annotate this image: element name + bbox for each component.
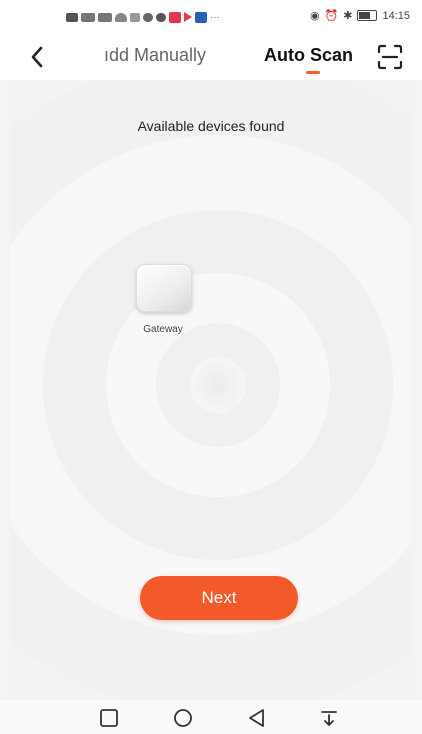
status-bar: ··· ◉ ⏰ ✱ 14:15: [0, 0, 422, 34]
available-devices-text: Available devices found: [137, 118, 285, 134]
scan-area: Available devices found Gateway Next: [10, 80, 412, 700]
signal-icon: [81, 12, 95, 22]
play-icon: [184, 12, 192, 22]
recent-apps-icon[interactable]: [98, 707, 120, 729]
chevron-left-icon: [31, 46, 43, 68]
chat-icon: [156, 12, 166, 22]
home-icon[interactable]: [172, 707, 194, 729]
tab-auto-scan[interactable]: Auto Scan: [264, 45, 353, 66]
scan-button[interactable]: [376, 43, 404, 71]
next-button[interactable]: Next: [140, 576, 298, 620]
app-icon: [195, 11, 207, 23]
system-nav-bar: [0, 700, 422, 734]
bluetooth-icon: ✱: [343, 10, 353, 22]
notification-pull-icon[interactable]: [318, 707, 340, 729]
network-speed-icon: [130, 12, 140, 22]
gateway-device-icon: [136, 264, 192, 312]
header: ıdd Manually Auto Scan: [0, 34, 422, 80]
scan-icon: [377, 44, 403, 70]
app-icon: [169, 11, 181, 23]
battery-icon: [357, 10, 378, 21]
device-label: Gateway: [143, 324, 183, 335]
back-icon[interactable]: [246, 707, 268, 729]
eye-icon: ◉: [309, 10, 320, 22]
sim-icon: [66, 12, 78, 22]
status-icons-right: ◉ ⏰ ✱ 14:15: [309, 9, 410, 23]
wifi-icon: [115, 12, 127, 22]
tab-add-manually[interactable]: ıdd Manually: [104, 45, 206, 66]
radar-center: [190, 357, 246, 413]
status-icons-left: ···: [66, 10, 220, 24]
device-item-gateway[interactable]: Gateway: [136, 264, 200, 335]
active-tab-indicator: [306, 71, 320, 74]
back-button[interactable]: [22, 42, 52, 72]
status-time: 14:15: [382, 9, 410, 22]
signal-icon: [98, 12, 112, 22]
more-icon: ···: [210, 11, 220, 23]
notification-icon: [143, 12, 153, 22]
alarm-icon: ⏰: [324, 10, 339, 22]
